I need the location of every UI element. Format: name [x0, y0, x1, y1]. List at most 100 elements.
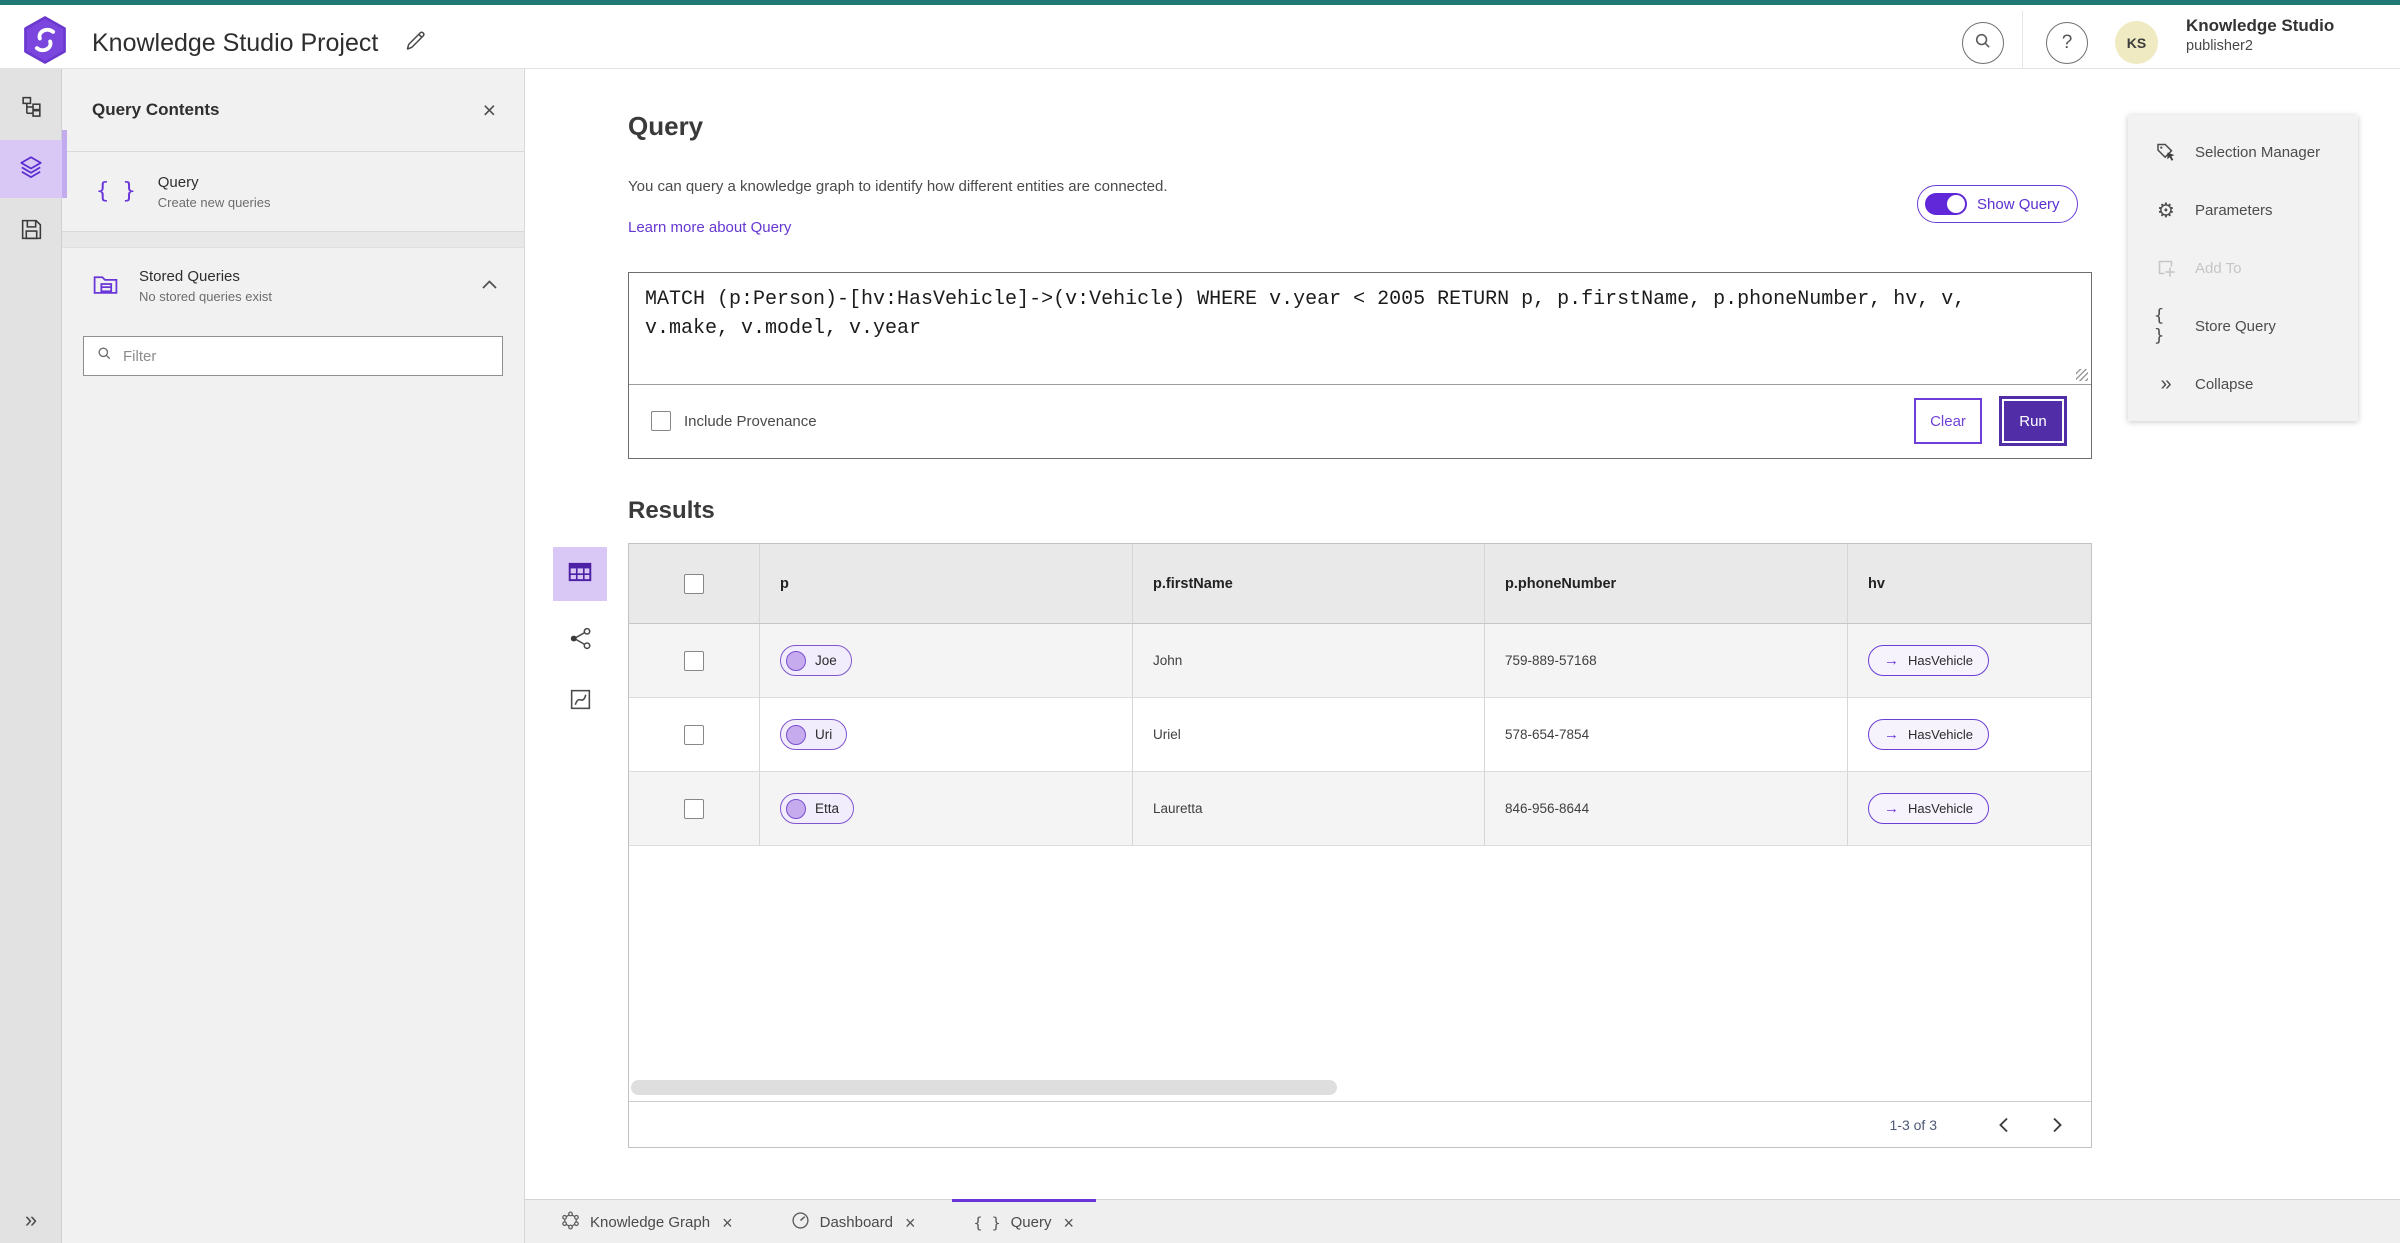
tab-dashboard[interactable]: Dashboard × — [769, 1199, 938, 1243]
add-to-icon — [2154, 258, 2178, 279]
tab-query-active[interactable]: { } Query × — [951, 1199, 1096, 1243]
add-to-button-disabled: Add To — [2128, 239, 2358, 297]
cell-firstname: John — [1153, 653, 1183, 668]
toggle-knob — [1947, 195, 1965, 213]
relationship-pill[interactable]: → HasVehicle — [1868, 645, 1990, 676]
clear-button[interactable]: Clear — [1914, 398, 1982, 444]
table-row[interactable]: Joe John 759-889-57168 → HasVehicle — [629, 624, 2091, 698]
stored-queries-title: Stored Queries — [139, 268, 240, 285]
tab-knowledge-graph[interactable]: Knowledge Graph × — [539, 1199, 755, 1243]
table-empty-area — [629, 846, 2091, 1101]
help-icon: ? — [2061, 32, 2073, 53]
top-bar: Knowledge Studio Project ? KS Knowledge … — [0, 0, 2400, 69]
close-icon: × — [722, 1212, 733, 1233]
table-icon — [567, 559, 593, 590]
knowledge-graph-icon — [561, 1211, 580, 1234]
save-floppy-icon — [19, 217, 44, 247]
cell-phonenumber: 759-889-57168 — [1505, 653, 1597, 668]
row-checkbox[interactable] — [684, 650, 704, 671]
run-button[interactable]: Run — [2002, 399, 2064, 443]
app-logo-icon[interactable] — [22, 16, 68, 69]
tab-label: Knowledge Graph — [590, 1214, 711, 1231]
sidebar-item-save[interactable] — [0, 203, 62, 261]
relationship-label: HasVehicle — [1908, 653, 1974, 668]
avatar-initials: KS — [2126, 34, 2147, 51]
panel-item-query[interactable]: { } Query Create new queries — [62, 152, 524, 232]
close-tab-button[interactable]: × — [905, 1214, 916, 1232]
query-textarea[interactable]: MATCH (p:Person)-[hv:HasVehicle]->(v:Veh… — [629, 273, 2091, 385]
node-pill[interactable]: Etta — [780, 793, 855, 824]
arrow-right-icon: → — [1884, 726, 1899, 743]
sidebar-item-layers-active[interactable] — [0, 140, 62, 198]
resize-handle[interactable] — [2076, 369, 2088, 381]
sidebar-item-hierarchy[interactable] — [0, 80, 62, 138]
learn-more-link[interactable]: Learn more about Query — [628, 219, 791, 236]
results-view-toolbar — [553, 547, 607, 710]
relationship-label: HasVehicle — [1908, 727, 1974, 742]
parameters-button[interactable]: ⚙ Parameters — [2128, 181, 2358, 239]
relationship-pill[interactable]: → HasVehicle — [1868, 719, 1990, 750]
pencil-icon — [402, 28, 428, 59]
table-row[interactable]: Uri Uriel 578-654-7854 → HasVehicle — [629, 698, 2091, 772]
action-label: Collapse — [2195, 375, 2254, 393]
global-search-button[interactable] — [1962, 22, 2004, 64]
table-row[interactable]: Etta Lauretta 846-956-8644 → HasVehicle — [629, 772, 2091, 846]
toggle-switch-on[interactable] — [1925, 193, 1967, 215]
account-info[interactable]: Knowledge Studio publisher2 — [2186, 16, 2334, 56]
selection-manager-button[interactable]: Selection Manager — [2128, 123, 2358, 181]
cell-firstname: Uriel — [1153, 727, 1181, 742]
filter-input[interactable] — [123, 347, 490, 365]
chevron-left-icon — [1998, 1117, 2008, 1132]
avatar[interactable]: KS — [2115, 21, 2158, 64]
relationship-label: HasVehicle — [1908, 801, 1974, 816]
close-tab-button[interactable]: × — [722, 1214, 733, 1232]
row-checkbox[interactable] — [684, 724, 704, 745]
show-query-label: Show Query — [1977, 195, 2060, 213]
show-query-toggle[interactable]: Show Query — [1917, 185, 2078, 223]
node-circle-icon — [786, 650, 806, 671]
include-provenance-checkbox[interactable] — [651, 411, 671, 431]
table-view-button-active[interactable] — [553, 547, 607, 601]
expand-rail-button[interactable]: » — [0, 1207, 62, 1233]
close-icon: × — [905, 1212, 916, 1233]
next-page-button[interactable] — [2037, 1105, 2077, 1145]
chevrons-right-icon: » — [24, 1207, 38, 1232]
panel-title: Query Contents — [92, 100, 220, 119]
column-header-hv[interactable]: hv — [1868, 576, 1885, 592]
node-circle-icon — [786, 798, 806, 819]
node-pill[interactable]: Joe — [780, 645, 852, 676]
select-all-checkbox[interactable] — [684, 573, 704, 594]
relationship-pill[interactable]: → HasVehicle — [1868, 793, 1990, 824]
node-label: Joe — [815, 653, 837, 668]
results-table: p p.firstName p.phoneNumber hv Joe John … — [628, 543, 2092, 1148]
left-icon-rail: » — [0, 69, 62, 1243]
collapse-panel-button[interactable]: » Collapse — [2128, 355, 2358, 413]
row-checkbox[interactable] — [684, 798, 704, 819]
close-panel-button[interactable]: × — [482, 96, 496, 123]
graph-view-button[interactable] — [553, 625, 607, 657]
panel-item-stored-queries[interactable]: Stored Queries No stored queries exist — [62, 248, 524, 324]
previous-page-button[interactable] — [1983, 1105, 2023, 1145]
chevron-right-icon — [2052, 1117, 2062, 1132]
close-icon: × — [482, 96, 496, 123]
column-header-p[interactable]: p — [780, 576, 789, 592]
collapse-section-button[interactable] — [481, 277, 498, 295]
help-button[interactable]: ? — [2046, 22, 2088, 64]
close-icon: × — [1063, 1212, 1074, 1233]
action-label: Store Query — [2195, 317, 2276, 335]
node-pill[interactable]: Uri — [780, 719, 848, 750]
chart-view-button[interactable] — [553, 687, 607, 717]
store-query-button[interactable]: { } Store Query — [2128, 297, 2358, 355]
horizontal-scrollbar-thumb[interactable] — [631, 1080, 1337, 1095]
table-header-row: p p.firstName p.phoneNumber hv — [629, 544, 2091, 624]
column-header-firstname[interactable]: p.firstName — [1153, 576, 1233, 592]
column-header-phonenumber[interactable]: p.phoneNumber — [1505, 576, 1616, 592]
header-divider — [2022, 11, 2023, 68]
store-query-braces-icon: { } — [2154, 306, 2165, 346]
arrow-right-icon: → — [1884, 652, 1899, 669]
close-tab-button[interactable]: × — [1063, 1214, 1074, 1232]
bottom-tab-bar: Knowledge Graph × Dashboard × { } Query … — [525, 1199, 2400, 1243]
edit-title-button[interactable] — [400, 28, 430, 58]
panel-divider-band — [62, 232, 524, 248]
node-circle-icon — [786, 724, 806, 745]
